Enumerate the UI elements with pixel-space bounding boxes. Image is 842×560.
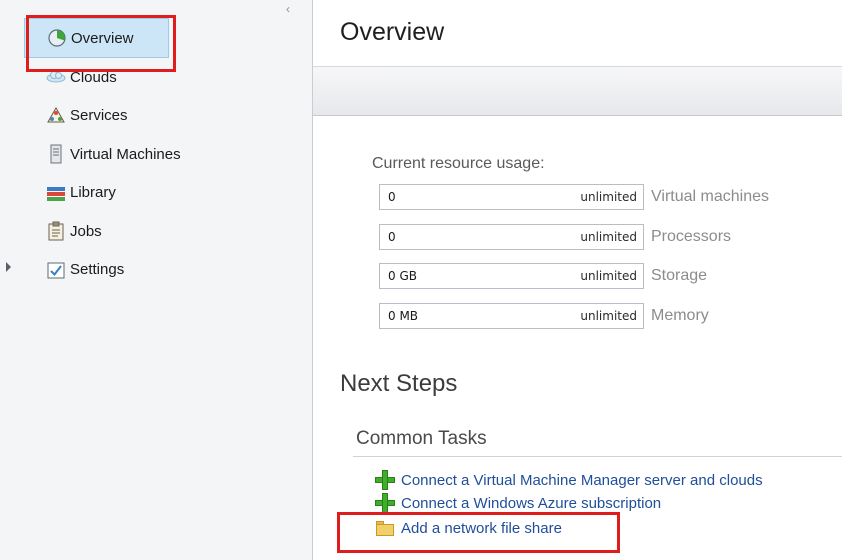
- common-tasks-heading: Common Tasks: [356, 428, 487, 449]
- highlight-box-add-file-share: [337, 512, 620, 553]
- sidebar-item-label: Settings: [70, 261, 125, 279]
- connect-azure-link[interactable]: Connect a Windows Azure subscription: [375, 493, 661, 513]
- clipboard-icon: [46, 221, 66, 241]
- sidebar-item-label: Virtual Machines: [70, 145, 181, 163]
- green-plus-icon: [375, 470, 395, 490]
- usage-field: 0 MB unlimited: [379, 303, 644, 329]
- services-icon: [46, 106, 66, 126]
- usage-field: 0 GB unlimited: [379, 263, 644, 289]
- books-icon: [46, 183, 66, 203]
- usage-limit: unlimited: [580, 309, 637, 323]
- usage-caption: Storage: [651, 267, 708, 284]
- usage-row-virtual-machines: 0 unlimited Virtual machines: [379, 184, 769, 210]
- usage-limit: unlimited: [580, 190, 637, 204]
- green-plus-icon: [375, 493, 395, 513]
- usage-value: 0 MB: [388, 309, 419, 323]
- usage-field: 0 unlimited: [379, 224, 644, 250]
- connect-vmm-link[interactable]: Connect a Virtual Machine Manager server…: [375, 470, 763, 490]
- checkbox-icon: [46, 260, 66, 280]
- usage-caption: Processors: [651, 228, 732, 245]
- toolbar-bar: [313, 66, 842, 116]
- usage-caption: Virtual machines: [651, 188, 769, 205]
- sidebar-item-settings[interactable]: Settings: [24, 251, 284, 290]
- divider: [353, 456, 842, 457]
- usage-row-memory: 0 MB unlimited Memory: [379, 303, 709, 329]
- sidebar-item-virtual-machines[interactable]: Virtual Machines: [24, 135, 284, 174]
- usage-row-processors: 0 unlimited Processors: [379, 224, 731, 250]
- usage-row-storage: 0 GB unlimited Storage: [379, 263, 707, 289]
- page-title: Overview: [340, 18, 445, 46]
- sidebar-item-services[interactable]: Services: [24, 97, 284, 136]
- sidebar-item-label: Jobs: [70, 222, 102, 240]
- highlight-box-overview: [26, 15, 176, 72]
- usage-limit: unlimited: [580, 230, 637, 244]
- sidebar-item-library[interactable]: Library: [24, 174, 284, 213]
- usage-value: 0: [388, 190, 396, 204]
- collapse-sidebar-icon[interactable]: ‹: [286, 2, 290, 16]
- resource-usage-label: Current resource usage:: [372, 155, 545, 172]
- sidebar: ‹ Overview Clouds Services Virtual Machi…: [0, 0, 313, 560]
- main-panel: Overview Current resource usage: 0 unlim…: [313, 0, 842, 560]
- usage-field: 0 unlimited: [379, 184, 644, 210]
- sidebar-item-jobs[interactable]: Jobs: [24, 212, 284, 251]
- next-steps-heading: Next Steps: [340, 370, 458, 397]
- task-label: Connect a Windows Azure subscription: [401, 494, 662, 512]
- usage-value: 0: [388, 230, 396, 244]
- sidebar-item-label: Library: [70, 184, 116, 202]
- expand-arrow-icon[interactable]: [6, 262, 11, 272]
- usage-value: 0 GB: [388, 269, 417, 283]
- task-label: Connect a Virtual Machine Manager server…: [401, 471, 763, 489]
- usage-limit: unlimited: [580, 269, 637, 283]
- usage-caption: Memory: [651, 307, 709, 324]
- sidebar-item-label: Services: [70, 107, 128, 125]
- server-icon: [46, 144, 66, 164]
